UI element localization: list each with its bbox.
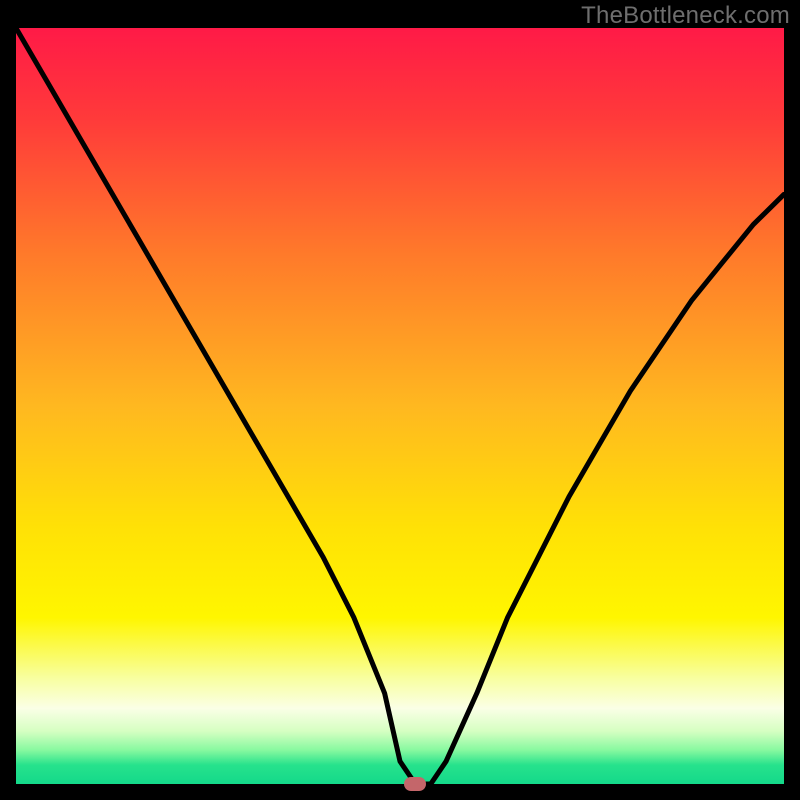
chart-frame: TheBottleneck.com xyxy=(0,0,800,800)
plot-svg xyxy=(16,28,784,784)
plot-area xyxy=(16,28,784,784)
gradient-background xyxy=(16,28,784,784)
watermark-text: TheBottleneck.com xyxy=(581,2,790,30)
optimal-marker xyxy=(404,777,426,791)
